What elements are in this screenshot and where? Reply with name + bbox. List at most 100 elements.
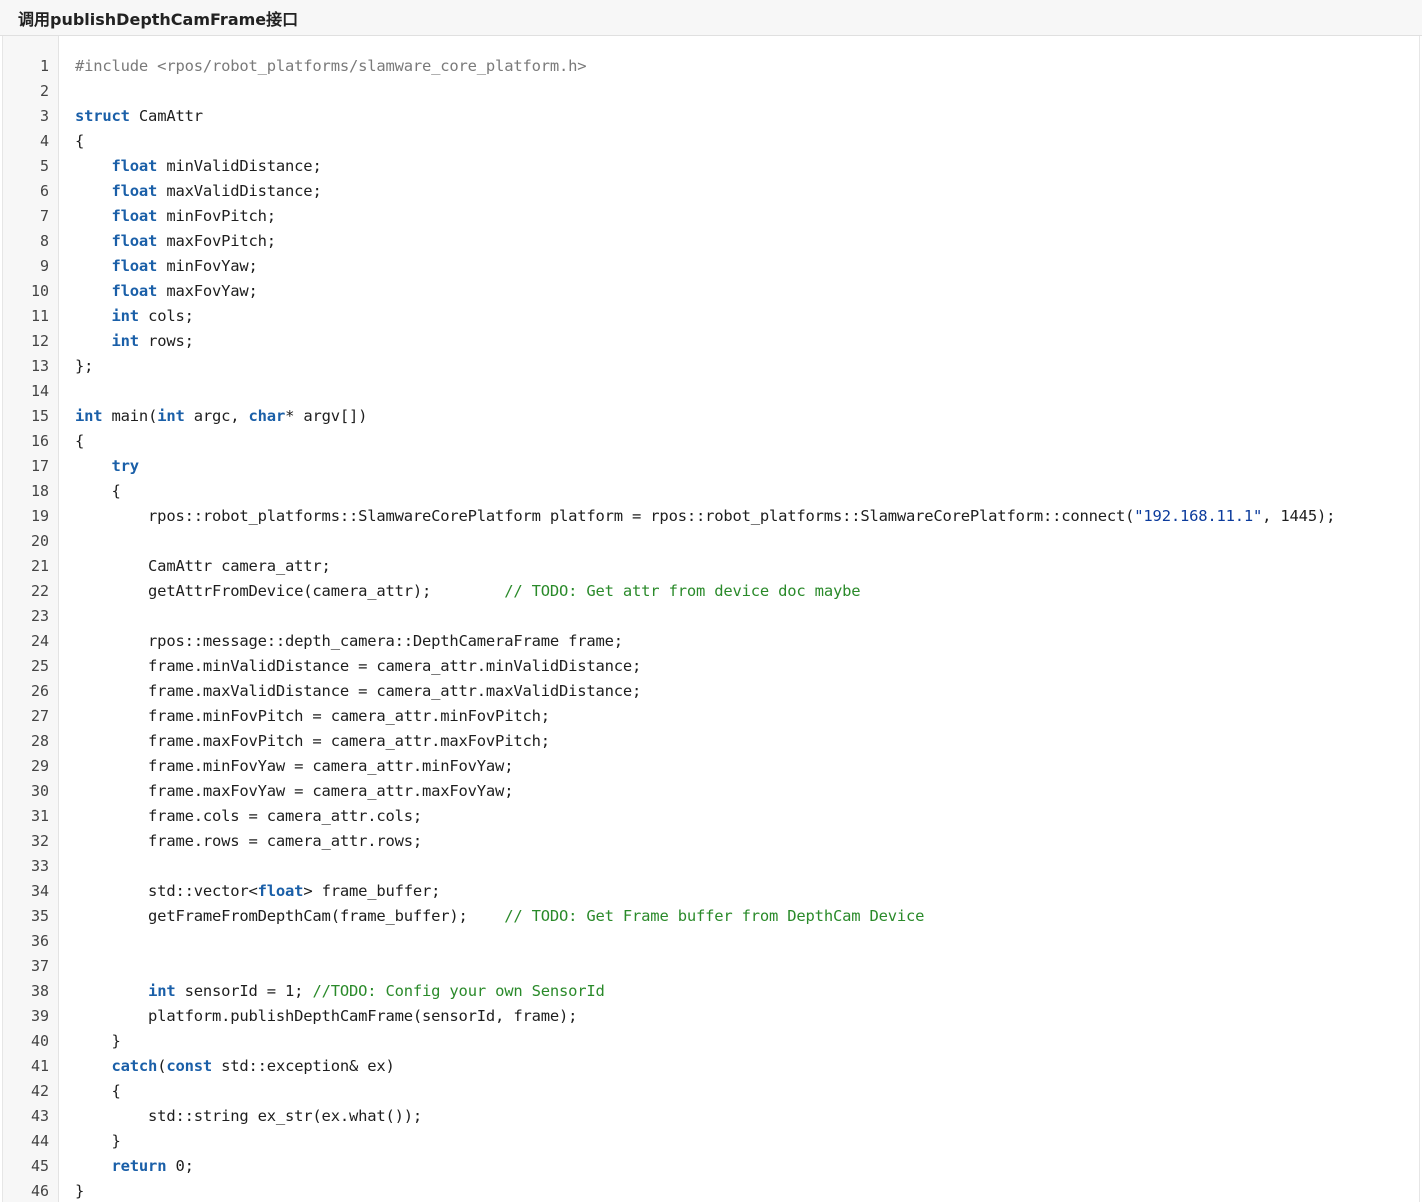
code-line: 4{ <box>3 129 1419 154</box>
code-text: std::string ex_str(ex.what()); <box>75 1104 422 1129</box>
code-text: return 0; <box>75 1154 194 1179</box>
code-text: getFrameFromDepthCam(frame_buffer); // T… <box>75 904 924 929</box>
code-token: } <box>75 1182 85 1200</box>
code-text: frame.maxFovYaw = camera_attr.maxFovYaw; <box>75 779 513 804</box>
code-token: frame.minFovPitch = camera_attr.minFovPi… <box>75 707 550 725</box>
code-text: CamAttr camera_attr; <box>75 554 331 579</box>
code-text: float minValidDistance; <box>75 154 322 179</box>
keyword-token: float <box>111 282 158 300</box>
code-token: getAttrFromDevice(camera_attr); <box>75 582 505 600</box>
line-number: 11 <box>30 307 49 325</box>
line-number: 15 <box>30 407 49 425</box>
code-token: { <box>75 132 85 150</box>
code-line: 28 frame.maxFovPitch = camera_attr.maxFo… <box>3 729 1419 754</box>
code-token: sensorId = 1; <box>175 982 313 1000</box>
code-line: 36 <box>3 929 1419 954</box>
code-panel[interactable]: 1 #include <rpos/robot_platforms/slamware… <box>2 36 1420 1202</box>
code-token: frame.rows = camera_attr.rows; <box>75 832 423 850</box>
line-number: 14 <box>30 382 49 400</box>
code-text: catch(const std::exception& ex) <box>75 1054 395 1079</box>
code-token: > frame_buffer; <box>303 882 441 900</box>
code-token: argc, <box>184 407 249 425</box>
code-line: 5 float minValidDistance; <box>3 154 1419 179</box>
code-token: std::string ex_str(ex.what()); <box>75 1107 423 1125</box>
line-number: 12 <box>30 332 49 350</box>
code-text: int rows; <box>75 329 194 354</box>
line-number: 1 <box>39 57 49 75</box>
code-text: { <box>75 479 121 504</box>
code-line: 27 frame.minFovPitch = camera_attr.minFo… <box>3 704 1419 729</box>
line-number: 37 <box>30 957 49 975</box>
line-number: 2 <box>39 82 49 100</box>
code-text: frame.maxValidDistance = camera_attr.max… <box>75 679 641 704</box>
code-line: 43 std::string ex_str(ex.what()); <box>3 1104 1419 1129</box>
code-line: 9 float minFovYaw; <box>3 254 1419 279</box>
code-line: 45 return 0; <box>3 1154 1419 1179</box>
line-number: 31 <box>30 807 49 825</box>
keyword-token: struct <box>75 107 130 125</box>
code-token: ( <box>157 1057 167 1075</box>
code-token: frame.maxFovYaw = camera_attr.maxFovYaw; <box>75 782 514 800</box>
code-text: platform.publishDepthCamFrame(sensorId, … <box>75 1004 577 1029</box>
code-line: 15 int main(int argc, char* argv[]) <box>3 404 1419 429</box>
line-number: 39 <box>30 1007 49 1025</box>
keyword-token: int <box>111 332 140 350</box>
line-number: 45 <box>30 1157 49 1175</box>
code-token: std::exception& ex) <box>212 1057 395 1075</box>
line-number: 18 <box>30 482 49 500</box>
keyword-token: float <box>111 182 158 200</box>
code-token: { <box>75 432 85 450</box>
code-line: 32 frame.rows = camera_attr.rows; <box>3 829 1419 854</box>
line-number: 41 <box>30 1057 49 1075</box>
code-token: } <box>75 1032 121 1050</box>
line-number: 32 <box>30 832 49 850</box>
code-token: maxFovYaw; <box>157 282 258 300</box>
line-number: 8 <box>39 232 49 250</box>
code-text: frame.maxFovPitch = camera_attr.maxFovPi… <box>75 729 550 754</box>
line-number: 38 <box>30 982 49 1000</box>
code-token: frame.minFovYaw = camera_attr.minFovYaw; <box>75 757 514 775</box>
code-line: 42 { <box>3 1079 1419 1104</box>
line-number: 3 <box>39 107 49 125</box>
line-number: 21 <box>30 557 49 575</box>
keyword-token: catch <box>111 1057 158 1075</box>
line-number: 13 <box>30 357 49 375</box>
code-text: int cols; <box>75 304 194 329</box>
keyword-token: float <box>111 207 158 225</box>
code-text: frame.rows = camera_attr.rows; <box>75 829 422 854</box>
code-line: 23 <box>3 604 1419 629</box>
code-text: float minFovYaw; <box>75 254 258 279</box>
code-line: 22 getAttrFromDevice(camera_attr); // TO… <box>3 579 1419 604</box>
line-number: 9 <box>39 257 49 275</box>
keyword-token: float <box>111 157 158 175</box>
code-line: 18 { <box>3 479 1419 504</box>
line-number: 27 <box>30 707 49 725</box>
line-number: 34 <box>30 882 49 900</box>
keyword-token: char <box>248 407 286 425</box>
code-block-header: 调用publishDepthCamFrame接口 <box>0 0 1422 36</box>
code-line: 11 int cols; <box>3 304 1419 329</box>
code-token: } <box>75 1132 121 1150</box>
code-line: 44 } <box>3 1129 1419 1154</box>
code-line: 19 rpos::robot_platforms::SlamwareCorePl… <box>3 504 1419 529</box>
line-number: 40 <box>30 1032 49 1050</box>
code-line: 31 frame.cols = camera_attr.cols; <box>3 804 1419 829</box>
code-line: 17 try <box>3 454 1419 479</box>
line-number: 5 <box>39 157 49 175</box>
code-line: 35 getFrameFromDepthCam(frame_buffer); /… <box>3 904 1419 929</box>
code-text: float maxFovYaw; <box>75 279 258 304</box>
code-token: 0; <box>166 1157 194 1175</box>
code-line: 16 { <box>3 429 1419 454</box>
code-text: } <box>75 1129 121 1154</box>
code-token: minValidDistance; <box>157 157 322 175</box>
code-token: frame.maxValidDistance = camera_attr.max… <box>75 682 642 700</box>
code-token: main( <box>102 407 158 425</box>
